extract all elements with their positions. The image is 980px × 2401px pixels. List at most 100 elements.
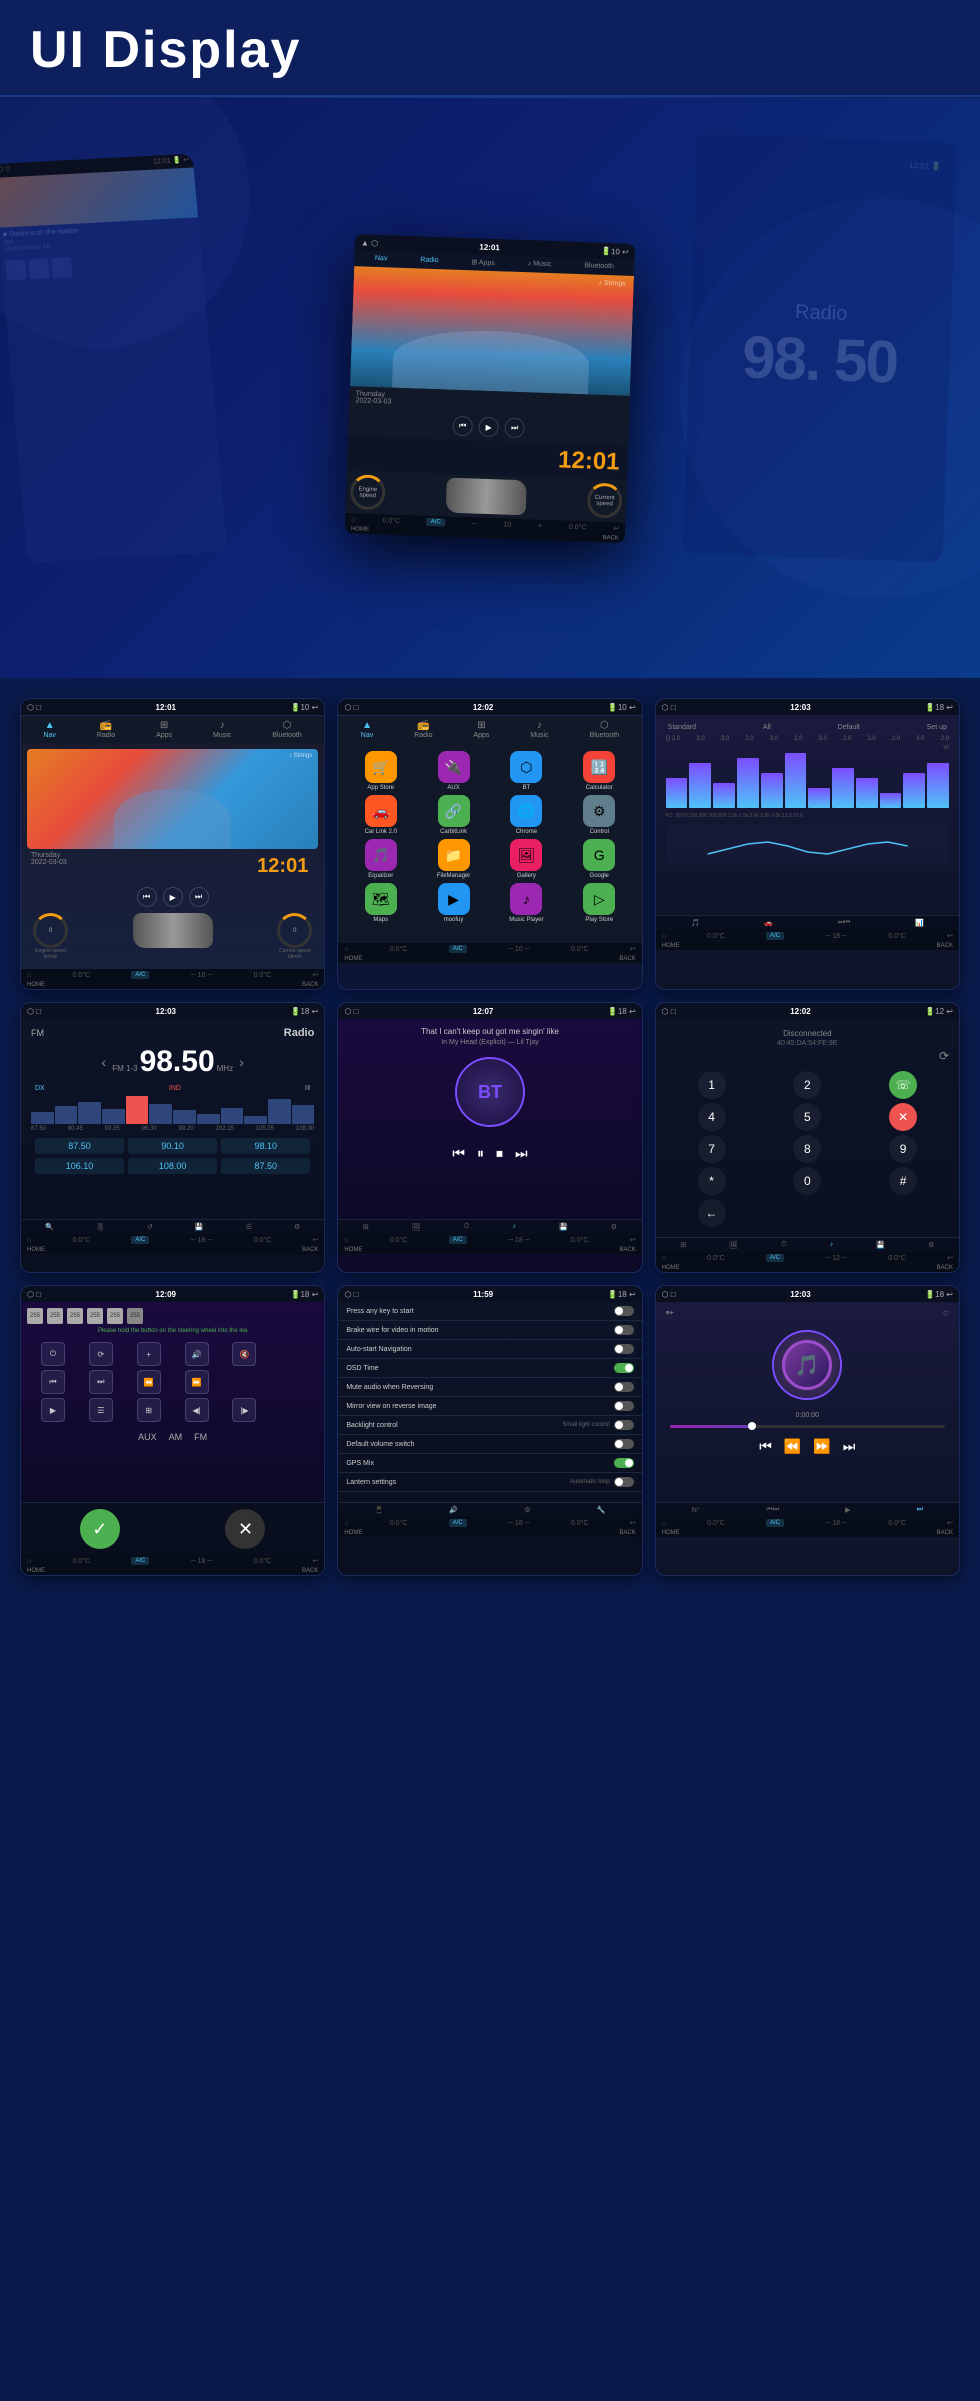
s6-nav-apps[interactable]: ⊞ xyxy=(680,1241,686,1249)
s6-home-icon[interactable]: ⌂ xyxy=(662,1255,666,1262)
hero-prev-btn[interactable]: ⏮ xyxy=(452,415,473,436)
s2-nav-music[interactable]: ♪Music xyxy=(530,720,548,739)
s7-btn-back[interactable]: ◀| xyxy=(185,1398,209,1422)
hero-tab-bt[interactable]: Bluetooth xyxy=(584,262,614,271)
app-equalizer[interactable]: 🎵 Equalizer xyxy=(346,839,415,879)
s3-preset[interactable]: Standard xyxy=(668,724,696,731)
s4-nav-eq[interactable]: 🎚 xyxy=(96,1223,105,1231)
s9-nav-icon3[interactable]: ▶ xyxy=(845,1506,850,1514)
s6-nav-settings[interactable]: ⚙ xyxy=(928,1241,934,1249)
s7-cancel-btn[interactable]: ✕ xyxy=(225,1509,265,1549)
hero-next-btn[interactable]: ⏭ xyxy=(504,417,525,438)
s1-nav-apps[interactable]: ⊞Apps xyxy=(156,720,172,739)
s3-option-all[interactable]: All xyxy=(763,724,771,731)
app-aux[interactable]: 🔌 AUX xyxy=(419,751,488,791)
s1-back-icon[interactable]: ↩ xyxy=(312,971,318,979)
s3-ac[interactable]: A/C xyxy=(766,932,784,940)
app-moofuy[interactable]: ▶ moofuy xyxy=(419,883,488,923)
app-chrome[interactable]: 🌐 Chrome xyxy=(492,795,561,835)
app-playstore[interactable]: ▷ Play Store xyxy=(565,883,634,923)
s3-nav-eq[interactable]: 🎵 xyxy=(691,919,700,927)
s9-home-icon[interactable]: ⌂ xyxy=(662,1520,666,1527)
s8-back-icon[interactable]: ↩ xyxy=(630,1519,636,1527)
s6-key-8[interactable]: 8 xyxy=(793,1135,821,1163)
s3-nav-skip[interactable]: ⏭⏮ xyxy=(838,919,851,927)
s2-nav-radio[interactable]: 📻Radio xyxy=(414,720,432,739)
s7-btn-vol-up[interactable]: 🔊 xyxy=(185,1342,209,1366)
app-carbitlink[interactable]: 🔗 CarbitLink xyxy=(419,795,488,835)
s4-nav-loop[interactable]: ↺ xyxy=(147,1223,153,1231)
s1-nav-music[interactable]: ♪Music xyxy=(213,720,231,739)
s8-toggle-5[interactable] xyxy=(614,1382,634,1392)
s6-key-1[interactable]: 1 xyxy=(698,1071,726,1099)
s4-freq-3[interactable]: 98.10 xyxy=(221,1138,310,1154)
s6-key-back-space[interactable]: ← xyxy=(698,1199,726,1227)
s6-key-9[interactable]: 9 xyxy=(889,1135,917,1163)
s7-btn-forward[interactable]: |▶ xyxy=(232,1398,256,1422)
s6-nav-music[interactable]: ♪ xyxy=(830,1241,834,1249)
s7-btn-ff[interactable]: ⏭ xyxy=(89,1370,113,1394)
s6-key-7[interactable]: 7 xyxy=(698,1135,726,1163)
s5-nav-photo[interactable]: 🖼 xyxy=(412,1223,421,1231)
s4-back-icon[interactable]: ↩ xyxy=(312,1236,318,1244)
s6-key-4[interactable]: 4 xyxy=(698,1103,726,1131)
s8-toggle-1[interactable] xyxy=(614,1306,634,1316)
s6-nav-time[interactable]: ⏱ xyxy=(781,1241,786,1249)
hero-play-btn[interactable]: ▶ xyxy=(478,416,499,437)
s4-freq-5[interactable]: 108.00 xyxy=(128,1158,217,1174)
s2-home-icon[interactable]: ⌂ xyxy=(344,946,348,953)
s1-play[interactable]: ▶ xyxy=(163,887,183,907)
app-carlink[interactable]: 🚗 Car Link 2.0 xyxy=(346,795,415,835)
s7-btn-rew2[interactable]: ⏪ xyxy=(137,1370,161,1394)
s9-forward-btn[interactable]: ⏩ xyxy=(813,1438,830,1455)
s7-btn-reload[interactable]: ⟳ xyxy=(89,1342,113,1366)
s8-toggle-7[interactable] xyxy=(614,1420,634,1430)
s4-nav-search[interactable]: 🔍 xyxy=(45,1223,54,1231)
app-maps[interactable]: 🗺 Maps xyxy=(346,883,415,923)
s3-nav-chart[interactable]: 📊 xyxy=(915,919,924,927)
s5-ac[interactable]: A/C xyxy=(449,1236,467,1244)
s9-next-btn[interactable]: ⏭ xyxy=(843,1438,856,1455)
s5-nav-music[interactable]: ♪ xyxy=(512,1223,516,1231)
s1-next[interactable]: ⏭ xyxy=(189,887,209,907)
s8-nav-icon1[interactable]: 📱 xyxy=(374,1506,383,1514)
s3-back-icon[interactable]: ↩ xyxy=(947,932,953,940)
s5-nav-settings[interactable]: ⚙ xyxy=(611,1223,617,1231)
s6-key-hash[interactable]: # xyxy=(889,1167,917,1195)
s5-next-btn[interactable]: ⏭ xyxy=(515,1145,528,1162)
hero-tab-apps[interactable]: ⊞ Apps xyxy=(471,258,495,267)
s2-nav-apps[interactable]: ⊞Apps xyxy=(473,720,489,739)
hero-tab-radio[interactable]: Radio xyxy=(420,256,439,265)
s6-nav-photo[interactable]: 🖼 xyxy=(729,1241,738,1249)
s8-toggle-6[interactable] xyxy=(614,1401,634,1411)
app-control[interactable]: ⚙ Control xyxy=(565,795,634,835)
hero-back-icon[interactable]: ↩ xyxy=(613,524,619,532)
s2-nav-bt[interactable]: ⬡Bluetooth xyxy=(590,720,620,739)
app-filemanager[interactable]: 📁 FileManager xyxy=(419,839,488,879)
s7-btn-mode[interactable]: ☰ xyxy=(89,1398,113,1422)
s7-check-btn[interactable]: ✓ xyxy=(80,1509,120,1549)
app-appstore[interactable]: 🛒 App Store xyxy=(346,751,415,791)
s1-ac[interactable]: A/C xyxy=(131,971,149,979)
s4-nav-settings[interactable]: ⚙ xyxy=(294,1223,300,1231)
s6-key-2[interactable]: 2 xyxy=(793,1071,821,1099)
hero-tab-nav[interactable]: Nav xyxy=(375,254,388,262)
s2-back-icon[interactable]: ↩ xyxy=(630,945,636,953)
app-calc[interactable]: 🔢 Calculator xyxy=(565,751,634,791)
s1-nav-bt[interactable]: ⬡Bluetooth xyxy=(272,720,302,739)
s1-nav-home[interactable]: ▲Nav xyxy=(43,720,55,739)
s7-btn-plus[interactable]: + xyxy=(137,1342,161,1366)
s5-play-btn[interactable]: ⏸ xyxy=(477,1145,484,1162)
s9-back-btn[interactable]: ⏪ xyxy=(784,1438,801,1455)
s7-btn-power[interactable]: ⏻ xyxy=(41,1342,65,1366)
s2-nav-home[interactable]: ▲Nav xyxy=(361,720,373,739)
s8-ac[interactable]: A/C xyxy=(449,1519,467,1527)
s4-ac[interactable]: A/C xyxy=(131,1236,149,1244)
s8-toggle-4[interactable] xyxy=(614,1363,634,1373)
s4-nav-save[interactable]: 💾 xyxy=(195,1223,204,1231)
s1-prev[interactable]: ⏮ xyxy=(137,887,157,907)
s8-toggle-9[interactable] xyxy=(614,1458,634,1468)
s6-refresh-icon[interactable]: ⟳ xyxy=(660,1047,955,1065)
hero-tab-music[interactable]: ♪ Music xyxy=(528,260,552,269)
s4-nav-list[interactable]: ☰ xyxy=(246,1223,252,1231)
